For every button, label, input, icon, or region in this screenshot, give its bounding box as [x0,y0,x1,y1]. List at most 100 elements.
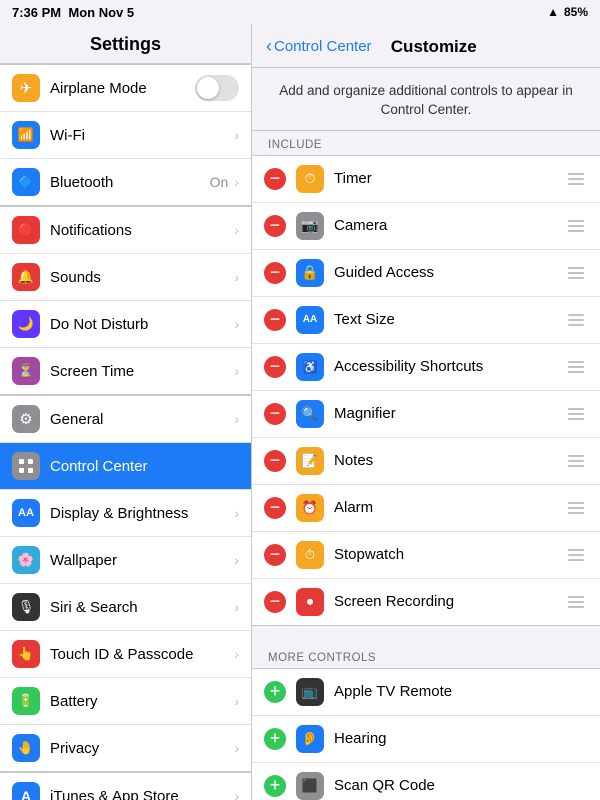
screenrecording-icon: ⏺ [296,588,324,616]
sidebar-item-label: Notifications [50,222,232,239]
stopwatch-drag-handle[interactable] [564,545,588,565]
wifi-icon: 📶 [12,121,40,149]
sidebar-item-notifications[interactable]: 🔴 Notifications › [0,207,251,254]
control-item-hearing: + 👂 Hearing [252,716,600,763]
remove-textsize-button[interactable]: − [264,309,286,331]
sidebar-item-label: General [50,411,232,428]
accessibility-icon: ♿ [296,353,324,381]
add-scanqr-button[interactable]: + [264,775,286,797]
remove-stopwatch-button[interactable]: − [264,544,286,566]
guidedaccess-icon: 🔒 [296,259,324,287]
chevron-icon: › [234,646,239,662]
add-appletv-button[interactable]: + [264,681,286,703]
back-button[interactable]: ‹ Control Center [266,36,372,57]
remove-accessibility-button[interactable]: − [264,356,286,378]
chevron-icon: › [234,505,239,521]
timer-label: Timer [334,170,564,187]
sidebar-item-label: Display & Brightness [50,505,232,522]
control-item-magnifier: − 🔍 Magnifier [252,391,600,438]
chevron-icon: › [234,269,239,285]
magnifier-icon: 🔍 [296,400,324,428]
textsize-drag-handle[interactable] [564,310,588,330]
control-item-accessibility: − ♿ Accessibility Shortcuts [252,344,600,391]
right-panel: ‹ Control Center Customize Add and organ… [252,24,600,800]
sidebar-item-displaybrightness[interactable]: AA Display & Brightness › [0,490,251,537]
control-item-camera: − 📷 Camera [252,203,600,250]
remove-notes-button[interactable]: − [264,450,286,472]
airplane-toggle[interactable] [195,75,239,101]
sidebar-item-label: Bluetooth [50,174,210,191]
sidebar-item-bluetooth[interactable]: 🔷 Bluetooth On › [0,159,251,205]
sidebar-item-general[interactable]: ⚙ General › [0,396,251,443]
notes-icon: 📝 [296,447,324,475]
screenrecording-drag-handle[interactable] [564,592,588,612]
control-item-guidedaccess: − 🔒 Guided Access [252,250,600,297]
remove-screenrecording-button[interactable]: − [264,591,286,613]
magnifier-label: Magnifier [334,405,564,422]
touchid-icon: 👆 [12,640,40,668]
sidebar-item-touchid[interactable]: 👆 Touch ID & Passcode › [0,631,251,678]
sidebar-item-sirisearch[interactable]: 🎙 Siri & Search › [0,584,251,631]
status-indicators: ▲ 85% [547,5,588,19]
sidebar-item-wallpaper[interactable]: 🌸 Wallpaper › [0,537,251,584]
status-bar: 7:36 PM Mon Nov 5 ▲ 85% [0,0,600,24]
status-time: 7:36 PM Mon Nov 5 [12,5,134,20]
sidebar-item-battery[interactable]: 🔋 Battery › [0,678,251,725]
bluetooth-icon: 🔷 [12,168,40,196]
back-label: Control Center [274,38,372,55]
hearing-label: Hearing [334,730,588,747]
sidebar-item-label: Wallpaper [50,552,232,569]
sidebar-item-itunesappstore[interactable]: A iTunes & App Store › [0,773,251,800]
remove-timer-button[interactable]: − [264,168,286,190]
accessibility-label: Accessibility Shortcuts [334,358,564,375]
control-item-appletv: + 📺 Apple TV Remote [252,669,600,716]
hearing-icon: 👂 [296,725,324,753]
bluetooth-value: On [210,174,229,190]
chevron-icon: › [234,693,239,709]
appletv-label: Apple TV Remote [334,683,588,700]
chevron-icon: › [234,788,239,800]
sidebar-item-privacy[interactable]: 🤚 Privacy › [0,725,251,771]
sidebar: Settings ✈ Airplane Mode 📶 Wi-Fi › 🔷 Blu… [0,24,252,800]
guidedaccess-drag-handle[interactable] [564,263,588,283]
alarm-drag-handle[interactable] [564,498,588,518]
remove-magnifier-button[interactable]: − [264,403,286,425]
battery-icon: 🔋 [12,687,40,715]
camera-drag-handle[interactable] [564,216,588,236]
guidedaccess-label: Guided Access [334,264,564,281]
camera-icon: 📷 [296,212,324,240]
chevron-icon: › [234,411,239,427]
sidebar-group-preferences: ⚙ General › Control Center AA Display & [0,395,251,772]
chevron-icon: › [234,222,239,238]
sidebar-item-controlcenter[interactable]: Control Center [0,443,251,490]
appletv-icon: 📺 [296,678,324,706]
magnifier-drag-handle[interactable] [564,404,588,424]
chevron-icon: › [234,599,239,615]
notes-label: Notes [334,452,564,469]
control-item-textsize: − AA Text Size [252,297,600,344]
sidebar-item-label: Screen Time [50,363,232,380]
battery-status: 85% [564,5,588,19]
sidebar-item-wifi[interactable]: 📶 Wi-Fi › [0,112,251,159]
sidebar-item-donotdisturb[interactable]: 🌙 Do Not Disturb › [0,301,251,348]
remove-alarm-button[interactable]: − [264,497,286,519]
add-hearing-button[interactable]: + [264,728,286,750]
sidebar-item-sounds[interactable]: 🔔 Sounds › [0,254,251,301]
sidebar-item-screentime[interactable]: ⏳ Screen Time › [0,348,251,394]
camera-label: Camera [334,217,564,234]
sidebar-item-airplane[interactable]: ✈ Airplane Mode [0,65,251,112]
remove-camera-button[interactable]: − [264,215,286,237]
scanqr-label: Scan QR Code [334,777,588,794]
timer-drag-handle[interactable] [564,169,588,189]
accessibility-drag-handle[interactable] [564,357,588,377]
notes-drag-handle[interactable] [564,451,588,471]
control-item-alarm: − ⏰ Alarm [252,485,600,532]
remove-guidedaccess-button[interactable]: − [264,262,286,284]
control-item-notes: − 📝 Notes [252,438,600,485]
wallpaper-icon: 🌸 [12,546,40,574]
airplane-icon: ✈ [12,74,40,102]
screentime-icon: ⏳ [12,357,40,385]
sidebar-group-system: 🔴 Notifications › 🔔 Sounds › 🌙 Do Not Di… [0,206,251,395]
sidebar-item-label: Wi-Fi [50,127,232,144]
chevron-icon: › [234,740,239,756]
